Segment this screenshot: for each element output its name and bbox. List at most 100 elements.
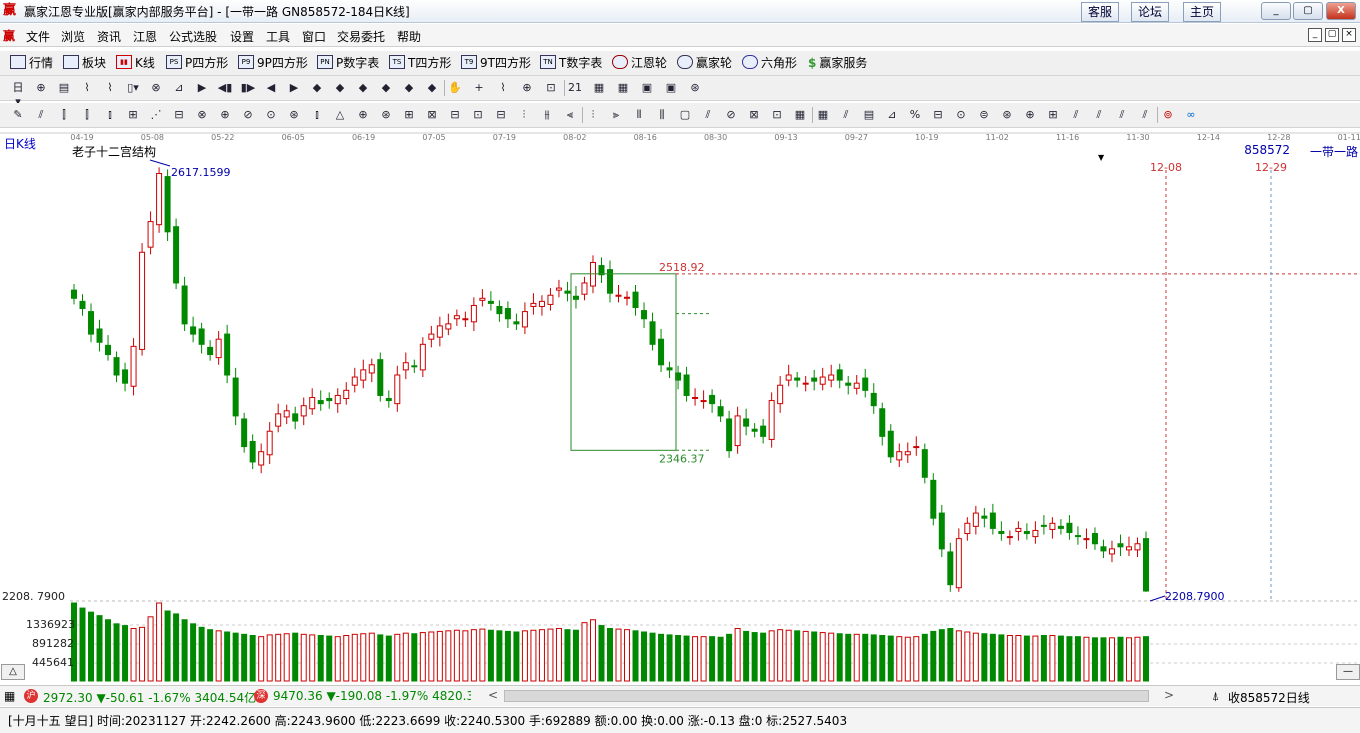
forum-button[interactable]: 论坛 <box>1131 2 1170 22</box>
draw-tool-16-icon[interactable]: ⊕ <box>355 108 371 122</box>
hexagon-button[interactable]: 六角形 <box>742 55 797 71</box>
menu-browse[interactable]: 浏览 <box>61 28 85 45</box>
draw-tool-33-icon[interactable]: ⊠ <box>746 108 762 122</box>
scroll-right-button[interactable]: > <box>1164 688 1174 702</box>
winner-wheel-button[interactable]: 赢家轮 <box>677 55 732 71</box>
draw-tool-41-icon[interactable]: ⊟ <box>930 108 946 122</box>
menu-tools[interactable]: 工具 <box>266 28 290 45</box>
draw-tool-22-icon[interactable]: ⊟ <box>493 108 509 122</box>
draw-tool-7-icon[interactable]: ⋰ <box>148 108 164 122</box>
scroll-left-button[interactable]: < <box>488 688 498 702</box>
diamond5-icon[interactable]: ◆ <box>401 81 417 95</box>
draw-tool-29-icon[interactable]: ⫼ <box>654 108 670 122</box>
draw-tool-23-icon[interactable]: ⫶ <box>516 108 532 122</box>
p-number-table-button[interactable]: PN P数字表 <box>317 55 379 71</box>
draw-tool-46-icon[interactable]: ⊞ <box>1045 108 1061 122</box>
candle-type-icon[interactable]: ▯▾ <box>125 81 141 95</box>
draw-tool-18-icon[interactable]: ⊞ <box>401 108 417 122</box>
quotes-button[interactable]: 行情 <box>10 55 53 71</box>
minimize-button[interactable]: _ <box>1261 2 1291 20</box>
indicator-icon[interactable]: ⌇ <box>495 81 511 95</box>
menu-settings[interactable]: 设置 <box>230 28 254 45</box>
doc-icon[interactable]: ▣ <box>639 81 655 95</box>
calendar-icon[interactable]: 21 <box>567 81 583 95</box>
draw-tool-31-icon[interactable]: ⫽ <box>700 108 716 122</box>
diamond6-icon[interactable]: ◆ <box>424 81 440 95</box>
draw-tool-25-icon[interactable]: ⫷ <box>562 108 578 122</box>
mdi-minimize-icon[interactable]: _ <box>1308 28 1322 42</box>
box-icon[interactable]: ⊡ <box>543 81 559 95</box>
menu-info[interactable]: 资讯 <box>97 28 121 45</box>
draw-tool-1-icon[interactable]: ✎ <box>10 108 26 122</box>
draw-tool-45-icon[interactable]: ⊕ <box>1022 108 1038 122</box>
menu-window[interactable]: 窗口 <box>302 28 326 45</box>
draw-tool-2-icon[interactable]: ⫽ <box>33 108 49 122</box>
period-select-icon[interactable]: 日▾ <box>10 81 26 108</box>
draw-tool-4-icon[interactable]: ⫿ <box>79 108 95 122</box>
draw-tool-14-icon[interactable]: ⫾ <box>309 108 325 122</box>
zoom-out-button[interactable]: — <box>1336 664 1360 680</box>
draw-tool-36-icon[interactable]: ▦ <box>815 108 831 122</box>
draw-tool-34-icon[interactable]: ⊡ <box>769 108 785 122</box>
flag-icon[interactable]: ▶ <box>194 81 210 95</box>
menu-help[interactable]: 帮助 <box>397 28 421 45</box>
draw-tool-17-icon[interactable]: ⊛ <box>378 108 394 122</box>
table-icon[interactable]: ▦ <box>615 81 631 95</box>
draw-tool-30-icon[interactable]: ▢ <box>677 108 693 122</box>
table-icon[interactable]: ▦ <box>4 689 15 703</box>
diamond4-icon[interactable]: ◆ <box>378 81 394 95</box>
save-icon[interactable]: ▣ <box>663 81 679 95</box>
chart-area[interactable]: 04-19 05-08 05-22 06-05 06-19 07-05 07-19 08-02… <box>0 129 1360 684</box>
draw-tool-42-icon[interactable]: ⊙ <box>953 108 969 122</box>
mdi-restore-icon[interactable]: ▢ <box>1325 28 1339 42</box>
home-button[interactable]: 主页 <box>1183 2 1222 22</box>
draw-tool-13-icon[interactable]: ⊛ <box>286 108 302 122</box>
horizontal-scrollbar[interactable] <box>504 690 1149 702</box>
winner-service-button[interactable]: $ 赢家服务 <box>808 55 867 71</box>
draw-tool-39-icon[interactable]: ⊿ <box>884 108 900 122</box>
gann-wheel-button[interactable]: 江恩轮 <box>612 55 667 71</box>
menu-file[interactable]: 文件 <box>26 28 50 45</box>
menu-gann[interactable]: 江恩 <box>133 28 157 45</box>
menu-trade[interactable]: 交易委托 <box>337 28 385 45</box>
kline-button[interactable]: ▮▮ K线 <box>116 55 155 71</box>
calc-icon[interactable]: ▦ <box>591 81 607 95</box>
draw-tool-19-icon[interactable]: ⊠ <box>424 108 440 122</box>
prev-bar-icon[interactable]: ◀ <box>263 81 279 95</box>
diamond3-icon[interactable]: ◆ <box>355 81 371 95</box>
crosshair-icon[interactable]: + <box>471 81 487 95</box>
t-number-table-button[interactable]: TN T数字表 <box>540 55 602 71</box>
kline-chart[interactable]: 04-19 05-08 05-22 06-05 06-19 07-05 07-19 08-02… <box>0 129 1360 684</box>
overlay-icon[interactable]: ⊕ <box>33 81 49 95</box>
draw-tool-32-icon[interactable]: ⊘ <box>723 108 739 122</box>
draw-tool-40-icon[interactable]: % <box>907 108 923 122</box>
people-icon[interactable]: ⊛ <box>687 81 703 95</box>
draw-tool-44-icon[interactable]: ⊛ <box>999 108 1015 122</box>
maximize-button[interactable]: ▢ <box>1293 2 1323 20</box>
sectors-button[interactable]: 板块 <box>63 55 106 71</box>
draw-tool-47-icon[interactable]: ⫽ <box>1068 108 1084 122</box>
draw-tool-12-icon[interactable]: ⊙ <box>263 108 279 122</box>
hand-icon[interactable]: ✋ <box>447 81 463 95</box>
draw-tool-24-icon[interactable]: ⫵ <box>539 108 555 122</box>
customer-service-button[interactable]: 客服 <box>1081 2 1120 22</box>
diamond2-icon[interactable]: ◆ <box>332 81 348 95</box>
draw-tool-27-icon[interactable]: ⫸ <box>608 108 624 122</box>
9p-square-button[interactable]: P9 9P四方形 <box>238 55 308 71</box>
draw-tool-11-icon[interactable]: ⊘ <box>240 108 256 122</box>
draw-tool-26-icon[interactable]: ⫶ <box>585 108 601 122</box>
draw-tool-6-icon[interactable]: ⊞ <box>125 108 141 122</box>
draw-tool-43-icon[interactable]: ⊜ <box>976 108 992 122</box>
dropdown-arrow-icon[interactable]: ▼ <box>1098 153 1104 162</box>
draw-tool-21-icon[interactable]: ⊡ <box>470 108 486 122</box>
first-bar-icon[interactable]: ◀▮ <box>217 81 233 95</box>
diamond1-icon[interactable]: ◆ <box>309 81 325 95</box>
menu-formula[interactable]: 公式选股 <box>169 28 217 45</box>
draw-tool-28-icon[interactable]: ⫴ <box>631 108 647 122</box>
9t-square-button[interactable]: T9 9T四方形 <box>461 55 531 71</box>
draw-tool-35-icon[interactable]: ▦ <box>792 108 808 122</box>
draw-tool-51-icon[interactable]: ⊚ <box>1160 108 1176 122</box>
stop-icon[interactable]: ⊗ <box>148 81 164 95</box>
draw-tool-9-icon[interactable]: ⊗ <box>194 108 210 122</box>
draw-tool-48-icon[interactable]: ⫽ <box>1091 108 1107 122</box>
